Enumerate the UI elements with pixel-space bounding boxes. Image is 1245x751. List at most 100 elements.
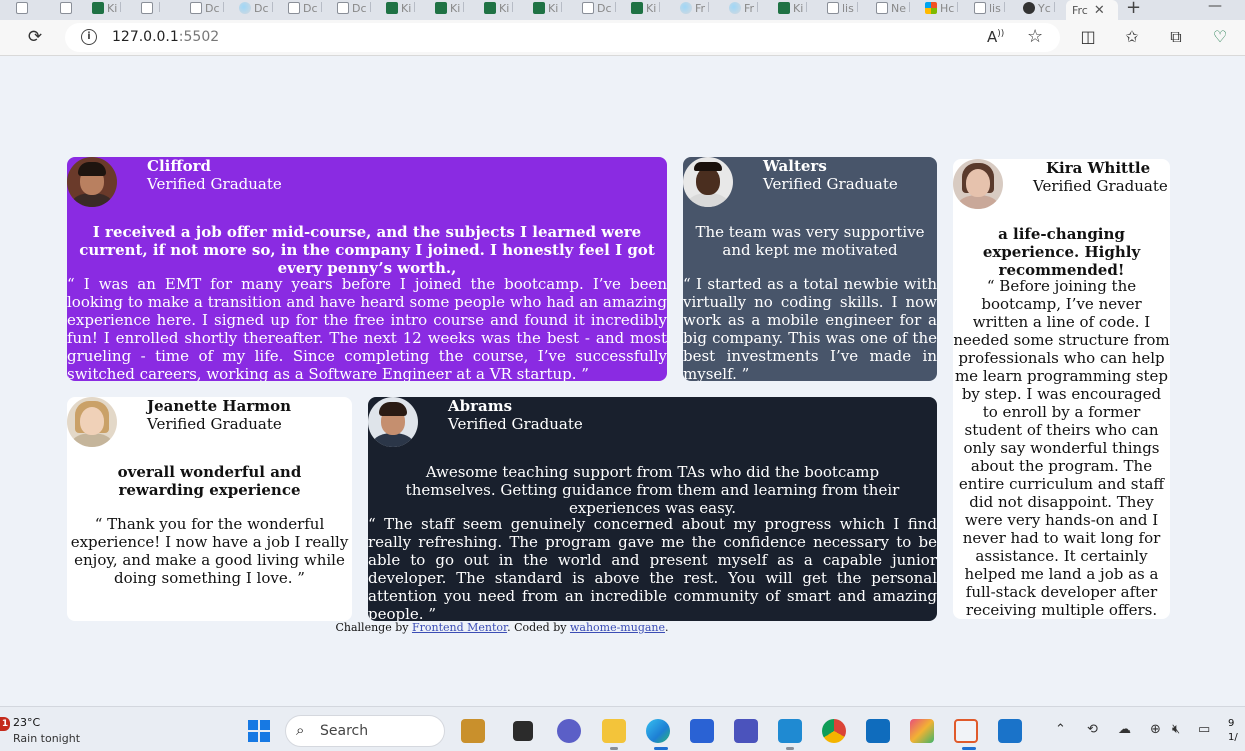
browser-tab[interactable]: Dc xyxy=(337,0,371,16)
avatar xyxy=(67,157,117,207)
read-aloud-icon[interactable]: A)) xyxy=(987,28,1004,46)
browser-tab[interactable]: lis xyxy=(827,0,858,16)
doc-icon xyxy=(582,2,594,14)
browser-tab-label: Ki xyxy=(499,1,510,15)
outlook-icon[interactable] xyxy=(866,719,890,743)
weather-temperature[interactable]: 23°C xyxy=(13,716,40,729)
excel-icon xyxy=(631,2,643,14)
show-hidden-icons-chevron-icon[interactable]: ⌃ xyxy=(1055,722,1066,737)
browser-tab-label: lis xyxy=(989,1,1001,15)
refresh-icon[interactable]: ⟳ xyxy=(25,27,45,47)
address-bar[interactable]: i 127.0.0.1:5502 A)) ☆ xyxy=(65,23,1060,52)
weather-description[interactable]: Rain tonight xyxy=(13,732,80,745)
favorites-icon[interactable]: ✩ xyxy=(1122,27,1142,47)
testimonial-card-walters: Walters Verified Graduate The team was v… xyxy=(683,157,937,381)
browser-tab[interactable]: Ki xyxy=(435,0,465,16)
author-role: Verified Graduate xyxy=(147,175,282,193)
excel-icon xyxy=(533,2,545,14)
browser-tab-label: Ne xyxy=(891,1,906,15)
testimonial-headline: overall wonderful and rewarding experien… xyxy=(117,463,302,499)
vscode-icon[interactable] xyxy=(778,719,802,743)
split-screen-icon[interactable]: ◫ xyxy=(1078,27,1098,47)
sync-icon[interactable]: ⟲ xyxy=(1087,722,1098,737)
browser-tab[interactable]: Fr xyxy=(729,0,759,16)
browser-tab[interactable]: Dc xyxy=(288,0,322,16)
git-app-icon[interactable] xyxy=(910,719,934,743)
battery-icon[interactable]: ▭ xyxy=(1198,722,1210,737)
favorite-star-icon[interactable]: ☆ xyxy=(1027,26,1043,47)
testimonial-card-jeanette: Jeanette Harmon Verified Graduate overal… xyxy=(67,397,352,621)
workspaces-icon[interactable] xyxy=(16,0,28,16)
microsoft-store-icon[interactable] xyxy=(690,719,714,743)
speaker-muted-icon[interactable]: 🔇︎ xyxy=(1172,722,1180,737)
browser-tab[interactable]: Ki xyxy=(631,0,661,16)
minimize-window-button[interactable]: — xyxy=(1208,0,1222,14)
testimonial-card-abrams: Abrams Verified Graduate Awesome teachin… xyxy=(368,397,937,621)
browser-tab[interactable]: Hc xyxy=(925,0,959,16)
browser-essentials-icon[interactable]: ♡ xyxy=(1210,27,1230,47)
doc-icon xyxy=(827,2,839,14)
teams-app-icon[interactable] xyxy=(734,719,758,743)
edge-icon xyxy=(239,2,251,14)
edge-browser-icon[interactable] xyxy=(646,719,670,743)
browser-tab[interactable] xyxy=(141,0,160,16)
clock-date: 1/ xyxy=(1228,732,1238,743)
browser-tab[interactable]: Ki xyxy=(778,0,808,16)
cloud-offline-icon[interactable]: ☁ xyxy=(1118,722,1131,737)
browser-tab[interactable]: Dc xyxy=(582,0,616,16)
browser-tab-label: Yc xyxy=(1038,1,1051,15)
author-name: Abrams xyxy=(448,397,513,415)
tab-active-label: Frc xyxy=(1072,3,1088,17)
tab-actions-icon[interactable] xyxy=(60,0,72,16)
new-tab-button[interactable]: + xyxy=(1126,0,1141,18)
testimonial-quote: “ I was an EMT for many years before I j… xyxy=(67,275,667,381)
browser-tab-label: Ki xyxy=(793,1,804,15)
doc-icon xyxy=(876,2,888,14)
windows-icon xyxy=(925,2,937,14)
author-link[interactable]: wahome-mugane xyxy=(570,621,665,634)
footer-suffix: . xyxy=(665,621,669,634)
browser-tab-label: Ki xyxy=(548,1,559,15)
language-globe-icon[interactable]: ⊕ xyxy=(1150,722,1161,737)
url-host: 127.0.0.1 xyxy=(112,29,179,45)
url-text[interactable]: 127.0.0.1:5502 xyxy=(112,29,219,45)
avatar xyxy=(953,159,1003,209)
file-explorer-icon[interactable] xyxy=(602,719,626,743)
avatar xyxy=(368,397,418,447)
snipping-tool-icon[interactable] xyxy=(954,719,978,743)
browser-tab[interactable]: Fr xyxy=(680,0,710,16)
browser-tab[interactable]: lis xyxy=(974,0,1005,16)
avatar xyxy=(683,157,733,207)
task-view-icon[interactable] xyxy=(513,721,533,741)
notification-badge: 1 xyxy=(0,717,10,731)
windows-start-icon[interactable] xyxy=(248,720,270,742)
teams-chat-icon[interactable] xyxy=(557,719,581,743)
browser-tab[interactable]: Dc xyxy=(190,0,224,16)
browser-tab[interactable]: Ne xyxy=(876,0,910,16)
footer-middle: . Coded by xyxy=(507,621,567,634)
browser-tab[interactable]: Ki xyxy=(386,0,416,16)
browser-tab-label: Fr xyxy=(695,1,706,15)
mail-icon[interactable] xyxy=(998,719,1022,743)
browser-tab[interactable]: Ki xyxy=(484,0,514,16)
taskbar-search[interactable]: ⌕ Search xyxy=(285,715,445,747)
footer-prefix: Challenge by xyxy=(335,621,409,634)
browser-tab-label: Ki xyxy=(107,1,118,15)
browser-toolbar: ⟳ i 127.0.0.1:5502 A)) ☆ ◫ ✩ ⧉ ♡ xyxy=(0,20,1245,56)
chrome-icon[interactable] xyxy=(822,719,846,743)
browser-tab-label: Ki xyxy=(401,1,412,15)
collections-icon[interactable]: ⧉ xyxy=(1166,27,1186,47)
clock-time: 9 xyxy=(1228,718,1235,729)
system-clock[interactable]: 9 1/ xyxy=(1228,717,1238,745)
author-name: Clifford xyxy=(147,157,212,175)
close-tab-icon[interactable]: ✕ xyxy=(1094,3,1105,18)
briefcase-app-icon[interactable] xyxy=(461,719,485,743)
browser-tab[interactable]: Dc xyxy=(239,0,273,16)
frontend-mentor-link[interactable]: Frontend Mentor xyxy=(412,621,507,634)
site-info-icon[interactable]: i xyxy=(81,29,97,45)
browser-tab[interactable]: Ki xyxy=(92,0,122,16)
browser-tab[interactable]: Ki xyxy=(533,0,563,16)
browser-tab-label: Fr xyxy=(744,1,755,15)
tab-active[interactable]: Frc ✕ xyxy=(1066,0,1118,20)
browser-tab[interactable]: Yc xyxy=(1023,0,1055,16)
